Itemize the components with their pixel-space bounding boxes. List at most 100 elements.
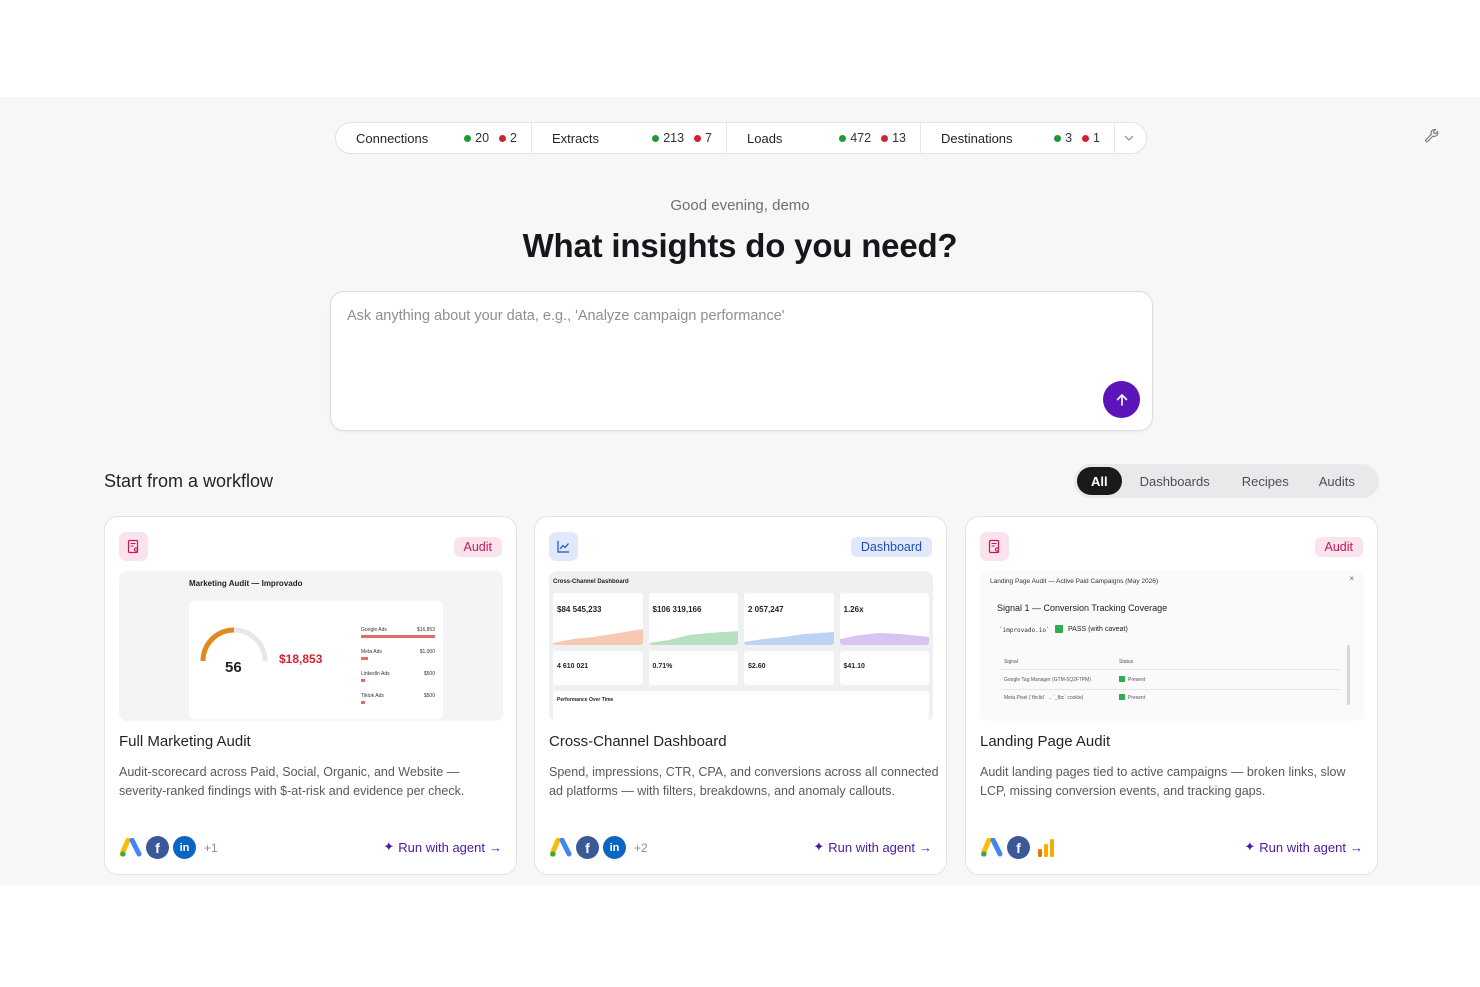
run-label: Run with agent xyxy=(398,839,485,855)
workflow-card-marketing-audit[interactable]: Audit Marketing Audit — Improvado 56 $18… xyxy=(104,516,517,875)
workflow-section-title: Start from a workflow xyxy=(104,471,274,491)
google-ads-icon xyxy=(980,836,1003,859)
check-icon xyxy=(1119,694,1125,700)
run-label: Run with agent xyxy=(1259,839,1346,855)
chevron-down-icon[interactable] xyxy=(1115,135,1143,141)
preview-kpi: $41.10 xyxy=(843,663,865,670)
preview-score: 56 xyxy=(225,659,242,676)
preview-domain: `improvado.io` xyxy=(999,627,1050,634)
preview-signal-title: Signal 1 — Conversion Tracking Coverage xyxy=(997,603,1168,613)
preview-scrollbar xyxy=(1347,645,1350,705)
error-dot-icon xyxy=(499,134,507,142)
preview-title: Cross-Channel Dashboard xyxy=(553,579,629,585)
preview-section-title: Performance Over Time xyxy=(557,697,614,703)
status-loads[interactable]: Loads 472 13 xyxy=(727,123,921,153)
preview-row-label: Meta Ads xyxy=(361,649,382,655)
filter-all[interactable]: All xyxy=(1077,467,1122,495)
error-count: 7 xyxy=(705,131,712,145)
status-destinations[interactable]: Destinations 3 1 xyxy=(921,123,1115,153)
card-title: Full Marketing Audit xyxy=(119,733,251,750)
close-icon: × xyxy=(1349,574,1354,583)
preview-kpi: $84 545,233 xyxy=(557,605,602,614)
ok-count: 213 xyxy=(663,131,685,145)
preview-row-status: Present xyxy=(1128,677,1146,683)
error-dot-icon xyxy=(694,134,702,142)
run-with-agent-link[interactable]: ✦ Run with agent → xyxy=(383,839,502,855)
facebook-icon: f xyxy=(1007,836,1030,859)
card-type-badge: Audit xyxy=(453,537,502,557)
status-label: Destinations xyxy=(941,130,1013,146)
preview-row-value: $500 xyxy=(423,693,435,699)
preview-row-label: LinkedIn Ads xyxy=(361,671,390,677)
preview-col-signal: Signal xyxy=(1004,659,1018,665)
status-counts: 20 2 xyxy=(464,131,517,145)
preview-row-value: $500 xyxy=(423,671,435,677)
linkedin-icon: in xyxy=(173,836,196,859)
workflow-filter-tabs: All Dashboards Recipes Audits xyxy=(1074,464,1379,498)
filter-recipes[interactable]: Recipes xyxy=(1228,467,1303,495)
status-counts: 472 13 xyxy=(839,131,906,145)
more-platforms-count: +1 xyxy=(204,840,218,855)
ok-count: 3 xyxy=(1065,131,1073,145)
send-button[interactable] xyxy=(1103,381,1140,418)
preview-kpi: $2.60 xyxy=(748,663,766,670)
platform-icons: f in +2 xyxy=(549,836,648,859)
card-description: Audit landing pages tied to active campa… xyxy=(980,765,1346,798)
arrow-up-icon xyxy=(1116,393,1127,406)
preview-kpi-row: $84 545,233 $106 319,166 2 057,247 1.26x xyxy=(553,593,929,645)
workflow-card-landing-page-audit[interactable]: Audit Landing Page Audit — Active Paid C… xyxy=(965,516,1378,875)
status-connections[interactable]: Connections 20 2 xyxy=(336,123,532,153)
preview-row-label: Google Ads xyxy=(361,627,387,633)
preview-pass: PASS (with caveat) xyxy=(1068,626,1128,633)
arrow-right-icon: → xyxy=(919,839,932,855)
status-label: Loads xyxy=(747,130,783,146)
card-title: Landing Page Audit xyxy=(980,733,1111,750)
page-title: What insights do you need? xyxy=(522,227,958,264)
check-icon xyxy=(1119,676,1125,682)
status-counts: 213 7 xyxy=(652,131,712,145)
ok-count: 20 xyxy=(475,131,490,145)
filter-dashboards[interactable]: Dashboards xyxy=(1122,467,1228,495)
app-canvas: Connections 20 2 Extracts 213 7 Loads 47… xyxy=(0,97,1480,886)
preview-kpi: 2 057,247 xyxy=(748,605,784,614)
arrow-right-icon: → xyxy=(1350,839,1363,855)
ok-dot-icon xyxy=(652,134,660,142)
wrench-icon[interactable] xyxy=(1424,128,1440,144)
run-with-agent-link[interactable]: ✦ Run with agent → xyxy=(813,839,932,855)
preview-row-label: Meta Pixel (`fbclid` → `_fbc` cookie) xyxy=(1004,695,1084,701)
error-dot-icon xyxy=(1082,134,1090,142)
pipeline-status-bar: Connections 20 2 Extracts 213 7 Loads 47… xyxy=(335,122,1147,154)
greeting: Good evening, demo xyxy=(670,197,810,214)
card-preview-image: Marketing Audit — Improvado 56 $18,853 G… xyxy=(119,571,503,721)
status-counts: 3 1 xyxy=(1054,131,1100,145)
divider xyxy=(1000,669,1340,670)
preview-rows: Google Ads $16,853 Meta Ads $1,000 LinkedI… xyxy=(361,627,435,715)
platform-icons: f in +1 xyxy=(119,836,218,859)
ok-dot-icon xyxy=(464,134,472,142)
workflow-card-cross-channel-dashboard[interactable]: Dashboard Cross-Channel Dashboard $84 54… xyxy=(534,516,947,875)
preview-kpi: $106 319,166 xyxy=(652,605,702,614)
platform-icons: f xyxy=(980,836,1057,859)
ask-input[interactable] xyxy=(347,308,1107,388)
status-extracts[interactable]: Extracts 213 7 xyxy=(532,123,727,153)
google-ads-icon xyxy=(549,836,572,859)
filter-audits[interactable]: Audits xyxy=(1303,467,1371,495)
divider xyxy=(1000,689,1340,690)
status-label: Connections xyxy=(356,130,429,146)
card-description: Audit-scorecard across Paid, Social, Org… xyxy=(119,765,465,798)
audit-document-icon xyxy=(980,532,1009,561)
preview-title: Marketing Audit — Improvado xyxy=(189,579,303,588)
preview-col-status: Status xyxy=(1119,659,1134,665)
card-preview-image: Landing Page Audit — Active Paid Campaig… xyxy=(980,571,1364,721)
card-preview-image: Cross-Channel Dashboard $84 545,233 $106… xyxy=(549,571,933,721)
preview-money-at-risk: $18,853 xyxy=(279,652,323,666)
card-type-badge: Audit xyxy=(1314,537,1363,557)
preview-kpi: 1.26x xyxy=(843,605,864,614)
ok-dot-icon xyxy=(839,134,847,142)
linkedin-icon: in xyxy=(603,836,626,859)
run-label: Run with agent xyxy=(828,839,915,855)
preview-panel: 56 $18,853 Google Ads $16,853 Meta Ads $1,… xyxy=(189,601,443,719)
facebook-icon: f xyxy=(146,836,169,859)
run-with-agent-link[interactable]: ✦ Run with agent → xyxy=(1244,839,1363,855)
sparkle-icon: ✦ xyxy=(813,839,825,854)
